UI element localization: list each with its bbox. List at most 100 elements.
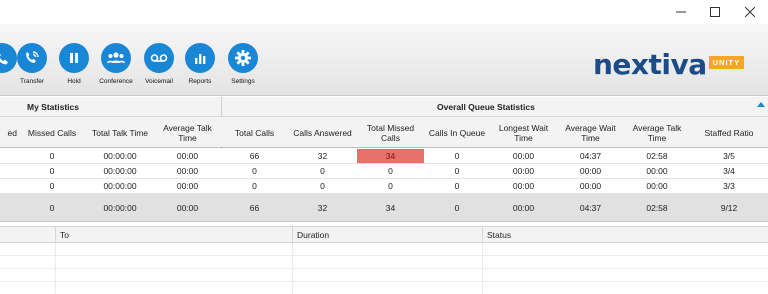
conference-label: Conference [99,78,133,85]
call-list-column-status[interactable]: Status [482,227,768,243]
logo-text: nextiva [593,47,707,81]
toolbar: Transfer Hold Conference Voicemail Repor… [0,24,768,96]
cell-total-missed-calls: 0 [388,181,393,191]
close-icon [745,7,755,17]
column-header-avg-wait-time[interactable]: Average Wait Time [557,117,624,148]
call-list-column-divider [55,243,56,294]
cell-total-calls: 66 [249,151,260,161]
cell-avg-talk-time: 00:00 [176,166,199,176]
call-list-column-to[interactable]: To [55,227,292,243]
column-header-longest-wait-time[interactable]: Longest Wait Time [490,117,557,148]
table-row: 0 00:00:00 00:00 0 0 0 0 00:00 00:00 00:00 3/4 [0,164,768,179]
cell-calls-answered: 0 [320,181,325,191]
cell-avg-wait-time: 00:00 [579,181,602,191]
cell-total-calls: 0 [252,181,257,191]
column-header-total-calls[interactable]: Total Calls [221,117,288,148]
cell-queue-avg-talk-time: 00:00 [646,181,668,191]
cell-calls-in-queue: 0 [454,166,460,176]
column-header-staffed-ratio[interactable]: Staffed Ratio [690,117,768,148]
cell-total-missed-calls-alert: 34 [357,149,424,163]
minimize-button[interactable] [664,0,698,24]
reports-button[interactable]: Reports [178,43,222,89]
conference-icon [101,43,131,73]
call-list-column-divider [482,243,483,294]
settings-button[interactable]: Settings [221,43,265,89]
cell-staffed-ratio: 3/4 [723,166,735,176]
maximize-button[interactable] [698,0,732,24]
cell-col-ed [0,164,17,178]
total-row: 0 00:00:00 00:00 66 32 34 0 00:00 04:37 02:58 9/12 [0,194,768,222]
cell-total-talk-time: 00:00:00 [103,181,137,191]
my-statistics-title: My Statistics [27,102,79,112]
cell-calls-in-queue: 0 [454,181,460,191]
cell-avg-wait-time: 04:37 [579,151,602,161]
cell-staffed-ratio: 3/5 [723,151,735,161]
cell-total-calls: 0 [252,166,257,176]
cell-longest-wait-time: 00:00 [512,203,535,213]
cell-longest-wait-time: 00:00 [512,151,535,161]
column-header-queue-avg-talk-time[interactable]: Average Talk Time [624,117,690,148]
cell-avg-wait-time: 04:37 [579,203,602,213]
cell-col-ed [0,179,17,193]
voicemail-button[interactable]: Voicemail [137,43,181,89]
hold-button[interactable]: Hold [52,43,96,89]
cell-col-ed [0,194,17,222]
call-list-gridline [0,268,768,269]
settings-label: Settings [231,78,255,85]
call-list-column-duration[interactable]: Duration [292,227,482,243]
transfer-button[interactable]: Transfer [10,43,54,89]
queue-statistics-title: Overall Queue Statistics [437,102,535,112]
title-bar [0,0,768,24]
cell-avg-wait-time: 00:00 [579,166,602,176]
statistics-header: My Statistics Overall Queue Statistics [0,97,768,117]
column-header-calls-in-queue[interactable]: Calls In Queue [424,117,490,148]
column-header-avg-talk-time[interactable]: Average Talk Time [154,117,221,148]
cell-avg-talk-time: 00:00 [176,181,199,191]
table-row: 0 00:00:00 00:00 66 32 34 0 00:00 04:37 02:58 3/5 [0,149,768,164]
voicemail-label: Voicemail [145,78,173,85]
minimize-icon [676,11,686,13]
close-button[interactable] [733,0,767,24]
call-list-gridline [0,255,768,256]
column-header-calls-answered[interactable]: Calls Answered [288,117,357,148]
cell-missed-calls: 0 [49,181,55,191]
cell-total-talk-time: 00:00:00 [103,151,137,161]
cell-col-ed [0,149,17,163]
cell-staffed-ratio: 3/3 [723,181,735,191]
column-header-missed-calls[interactable]: Missed Calls [18,117,86,148]
column-header-col-ed[interactable]: ed [0,117,17,148]
call-list [0,243,768,294]
cell-missed-calls: 0 [49,203,55,213]
call-list-header: To Duration Status [0,226,768,243]
cell-missed-calls: 0 [49,166,55,176]
cell-avg-talk-time: 00:00 [176,203,199,213]
cell-queue-avg-talk-time: 02:58 [646,203,668,213]
column-header-total-missed-calls[interactable]: Total Missed Calls [357,117,424,148]
hold-label: Hold [67,78,81,85]
pause-icon [59,43,89,73]
cell-calls-in-queue: 0 [454,151,460,161]
cell-total-missed-calls: 0 [388,166,393,176]
cell-missed-calls: 0 [49,151,55,161]
cell-queue-avg-talk-time: 00:00 [646,166,668,176]
cell-calls-in-queue: 0 [454,203,460,213]
call-list-column-from[interactable] [0,227,55,243]
reports-label: Reports [188,78,212,85]
cell-staffed-ratio: 9/12 [720,203,738,213]
cell-total-talk-time: 00:00:00 [103,166,137,176]
cell-calls-answered: 0 [320,166,325,176]
cell-calls-answered: 32 [317,203,328,213]
voicemail-icon [144,43,174,73]
reports-icon [185,43,215,73]
cell-total-missed-calls: 34 [385,203,396,213]
nextiva-logo: nextiva UNITY [593,44,745,84]
call-list-column-divider [292,243,293,294]
call-list-gridline [0,281,768,282]
conference-button[interactable]: Conference [94,43,138,89]
cell-total-talk-time: 00:00:00 [103,203,137,213]
collapse-up-icon[interactable] [757,102,765,107]
table-row: 0 00:00:00 00:00 0 0 0 0 00:00 00:00 00:00 3/3 [0,179,768,194]
cell-total-calls: 66 [249,203,260,213]
column-header-total-talk-time[interactable]: Total Talk Time [86,117,154,148]
column-headers: ed Missed Calls Total Talk Time Average Tal… [0,117,768,148]
